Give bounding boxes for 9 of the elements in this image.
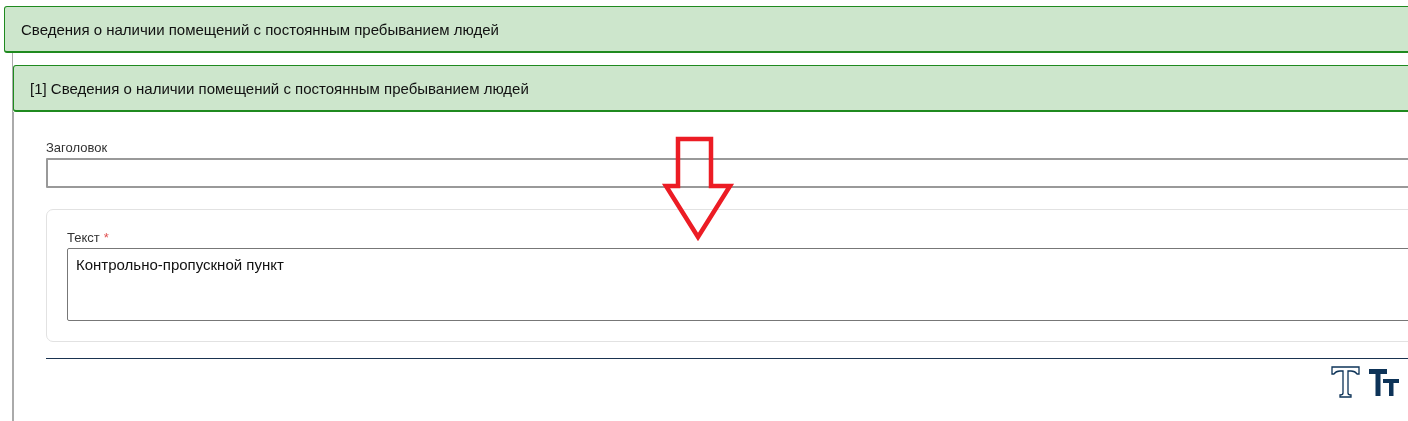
item-header[interactable]: [1] Сведения о наличии помещений с постоянным пребыванием людей: [13, 65, 1408, 112]
font-size-icon[interactable]: [1369, 369, 1399, 397]
input-field[interactable]: [46, 158, 1408, 188]
section-header[interactable]: Сведения о наличии помещений с постоянным пребыванием людей: [4, 6, 1408, 53]
text-area[interactable]: Контрольно-пропускной пункт: [67, 248, 1408, 321]
required-mark: *: [103, 230, 109, 245]
text-style-icon[interactable]: [1331, 366, 1361, 398]
field-label: Заголовок: [46, 140, 109, 155]
field-label: Текст: [67, 230, 100, 245]
